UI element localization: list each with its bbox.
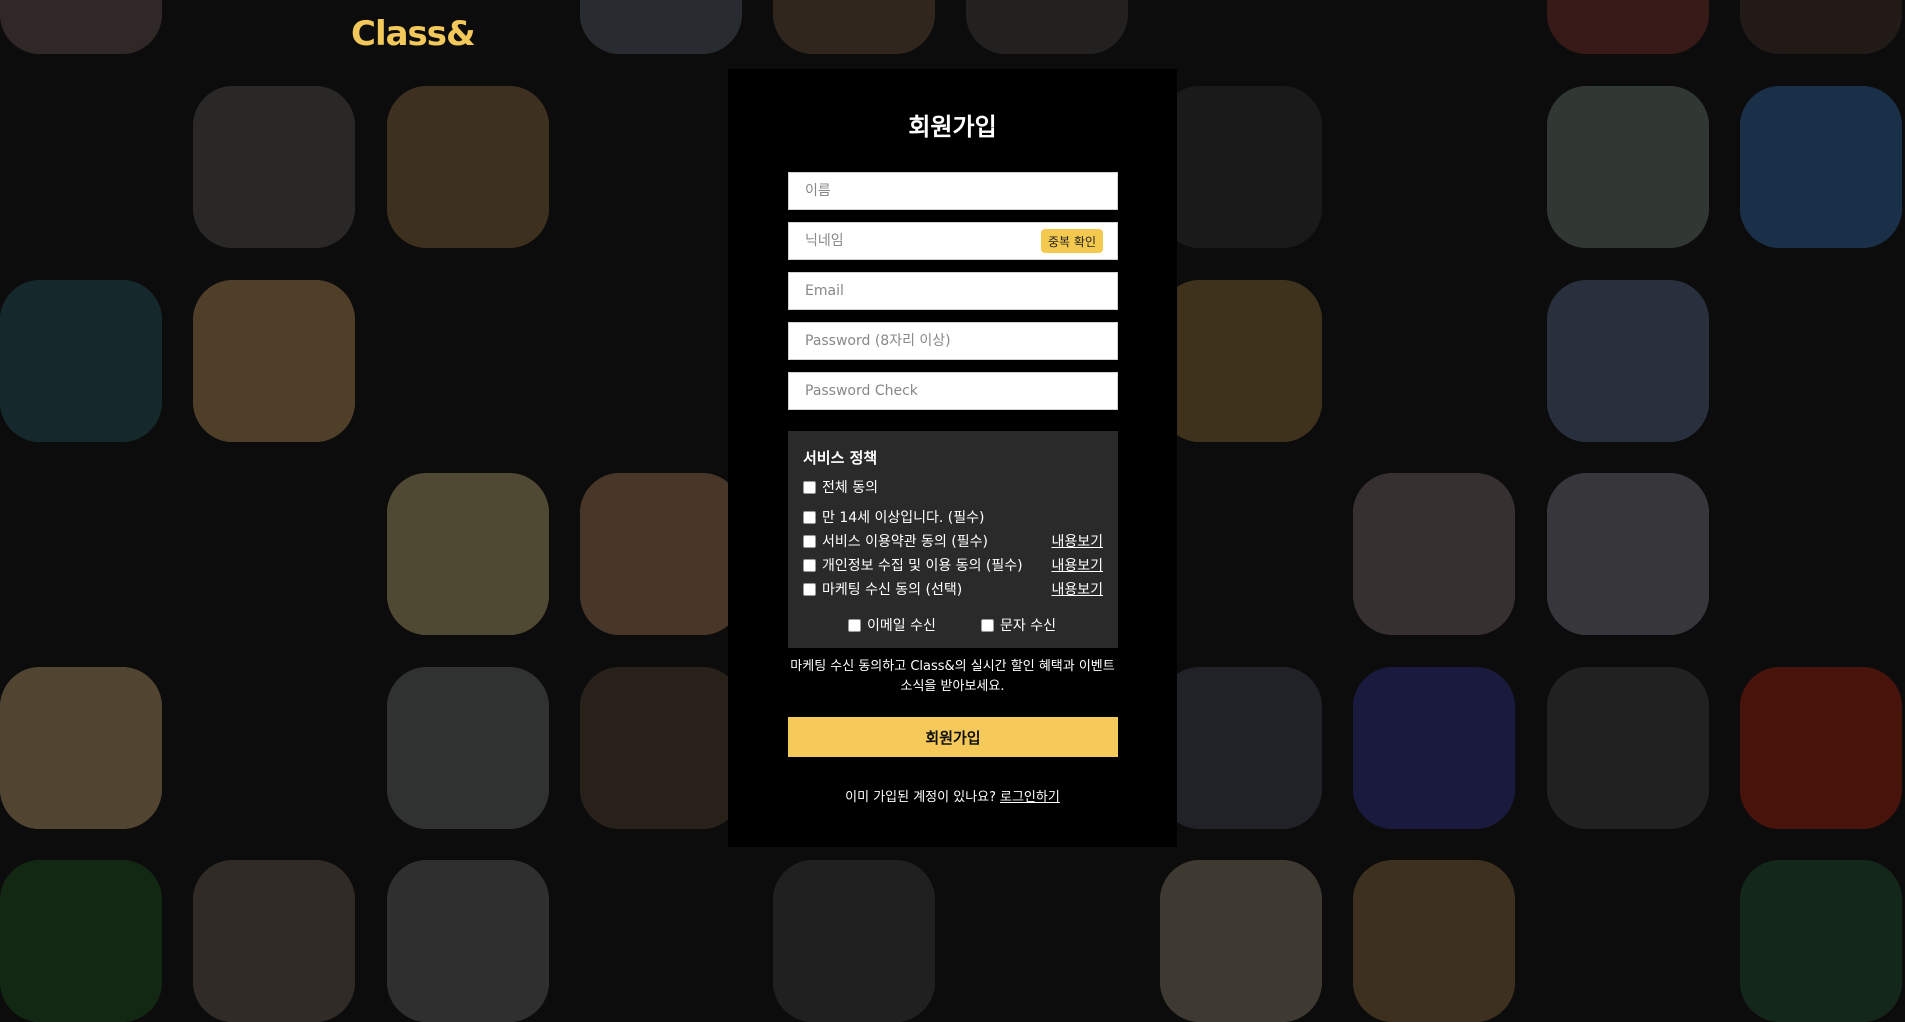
bg-tile	[580, 473, 742, 635]
promo-line-2: 소식을 받아보세요.	[900, 679, 1005, 694]
password-check-field-wrap	[788, 372, 1118, 410]
nickname-field-wrap: 중복 확인	[788, 222, 1118, 260]
policy-row-age: 만 14세 이상입니다. (필수)	[803, 507, 1103, 527]
policy-row-privacy: 개인정보 수집 및 이용 동의 (필수) 내용보기	[803, 555, 1103, 575]
bg-tile	[0, 860, 162, 1022]
bg-tile	[1353, 473, 1515, 635]
terms-checkbox[interactable]	[803, 534, 816, 548]
age-checkbox[interactable]	[803, 510, 816, 524]
bg-tile	[193, 86, 355, 248]
bg-tile	[1740, 0, 1902, 54]
signup-title: 회원가입	[908, 113, 997, 141]
email-receive-row: 이메일 수신	[848, 615, 936, 635]
bg-tile	[0, 667, 162, 829]
bg-tile	[1353, 667, 1515, 829]
bg-tile	[1160, 860, 1322, 1022]
bg-tile	[1740, 667, 1902, 829]
bg-tile	[387, 473, 549, 635]
privacy-label: 개인정보 수집 및 이용 동의 (필수)	[822, 558, 1023, 574]
bg-tile	[1547, 0, 1709, 54]
bg-tile	[193, 860, 355, 1022]
agree-all-label: 전체 동의	[822, 480, 878, 496]
email-field-wrap	[788, 272, 1118, 310]
bg-tile	[0, 0, 162, 54]
sms-receive-label: 문자 수신	[1000, 618, 1056, 634]
password-check-input[interactable]	[789, 373, 1117, 409]
sms-receive-checkbox[interactable]	[981, 618, 994, 632]
bg-tile	[387, 86, 549, 248]
bg-tile	[1547, 280, 1709, 442]
name-field-wrap	[788, 172, 1118, 210]
bg-tile	[387, 667, 549, 829]
login-link[interactable]: 로그인하기	[1000, 790, 1060, 805]
password-field-wrap	[788, 322, 1118, 360]
policy-title: 서비스 정책	[803, 449, 878, 467]
marketing-label: 마케팅 수신 동의 (선택)	[822, 582, 963, 598]
bg-tile	[1740, 86, 1902, 248]
bg-tile	[1740, 860, 1902, 1022]
policy-row-marketing: 마케팅 수신 동의 (선택) 내용보기	[803, 579, 1103, 599]
login-prompt-row: 이미 가입된 계정이 있나요? 로그인하기	[728, 786, 1177, 805]
email-receive-label: 이메일 수신	[867, 618, 936, 634]
bg-tile	[0, 280, 162, 442]
duplicate-check-button[interactable]: 중복 확인	[1041, 229, 1103, 253]
bg-tile	[966, 0, 1128, 54]
bg-tile	[773, 860, 935, 1022]
email-input[interactable]	[789, 273, 1117, 309]
bg-tile	[1547, 86, 1709, 248]
bg-tile	[580, 667, 742, 829]
privacy-view-link[interactable]: 내용보기	[1051, 555, 1103, 575]
marketing-checkbox[interactable]	[803, 582, 816, 596]
bg-tile	[1547, 667, 1709, 829]
brand-logo[interactable]: Class&	[351, 14, 476, 54]
age-label: 만 14세 이상입니다. (필수)	[822, 510, 985, 526]
bg-tile	[1160, 86, 1322, 248]
email-receive-checkbox[interactable]	[848, 618, 861, 632]
signup-submit-button[interactable]: 회원가입	[788, 717, 1118, 757]
password-input[interactable]	[789, 323, 1117, 359]
agree-all-checkbox[interactable]	[803, 480, 816, 494]
terms-view-link[interactable]: 내용보기	[1051, 531, 1103, 551]
login-prompt-text: 이미 가입된 계정이 있나요?	[845, 790, 997, 805]
agree-all-row: 전체 동의	[803, 477, 1103, 497]
signup-panel: 회원가입 중복 확인 서비스 정책 전체 동의 만 14세 이상입니다. (필수…	[728, 69, 1177, 847]
bg-tile	[1160, 280, 1322, 442]
marketing-promo-text: 마케팅 수신 동의하고 Class&의 실시간 할인 혜택과 이벤트 소식을 받…	[768, 657, 1137, 697]
name-input[interactable]	[789, 173, 1117, 209]
bg-tile	[193, 280, 355, 442]
bg-tile	[1547, 473, 1709, 635]
bg-tile	[1160, 667, 1322, 829]
sms-receive-row: 문자 수신	[981, 615, 1056, 635]
bg-tile	[1353, 860, 1515, 1022]
promo-line-1: 마케팅 수신 동의하고 Class&의 실시간 할인 혜택과 이벤트	[790, 659, 1115, 674]
bg-tile	[580, 0, 742, 54]
marketing-view-link[interactable]: 내용보기	[1051, 579, 1103, 599]
bg-tile	[387, 860, 549, 1022]
terms-label: 서비스 이용약관 동의 (필수)	[822, 534, 988, 550]
service-policy-box: 서비스 정책 전체 동의 만 14세 이상입니다. (필수) 서비스 이용약관 …	[788, 431, 1118, 648]
policy-row-terms: 서비스 이용약관 동의 (필수) 내용보기	[803, 531, 1103, 551]
bg-tile	[773, 0, 935, 54]
privacy-checkbox[interactable]	[803, 558, 816, 572]
